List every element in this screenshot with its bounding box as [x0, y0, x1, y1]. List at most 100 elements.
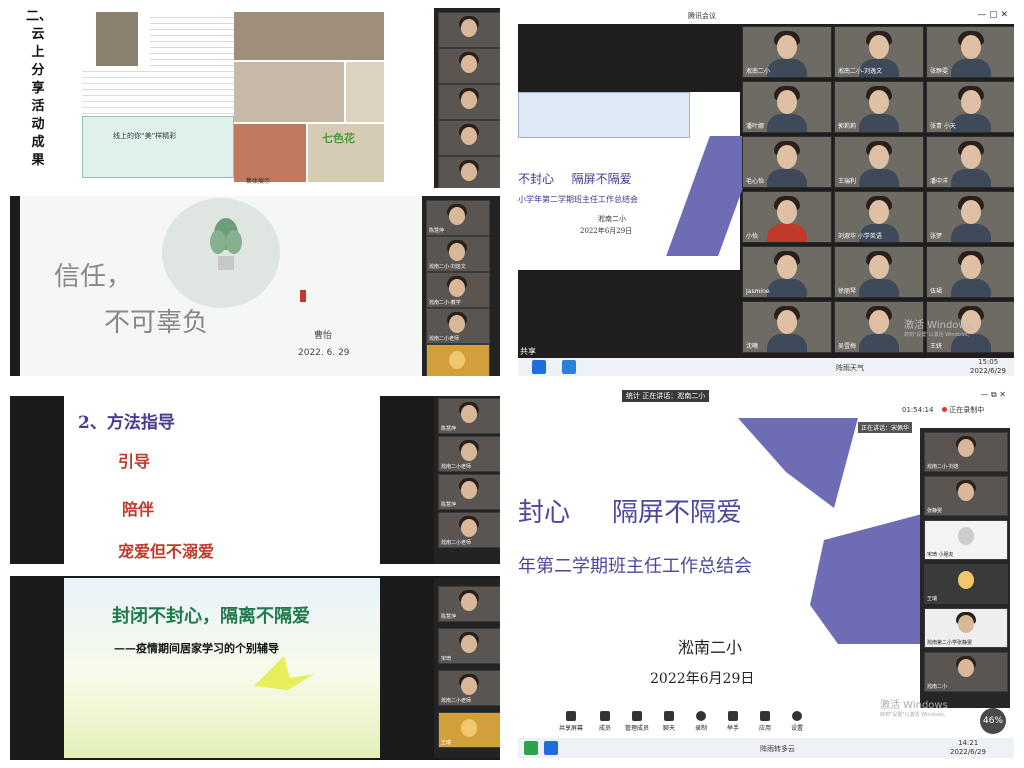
participant-tile[interactable]: 潘中洋	[926, 136, 1014, 188]
participant-video[interactable]: 王瑞	[438, 712, 500, 748]
slide-date: 2022. 6. 29	[298, 348, 350, 358]
participant-name: 宋琦	[441, 656, 452, 662]
slide-title-part1: 封心	[518, 498, 571, 528]
participant-tile[interactable]: 张梦	[926, 191, 1014, 243]
participant-video[interactable]: 陈慧萍	[426, 200, 490, 236]
meeting-title-bar[interactable]: 统计 正在讲话：淞南二小	[622, 390, 710, 402]
participant-video[interactable]	[438, 12, 500, 48]
percent-badge[interactable]: 46%	[980, 708, 1006, 734]
members-button[interactable]: 成员	[590, 711, 620, 732]
window-controls[interactable]: — ▢ ✕	[977, 10, 1008, 20]
participant-video[interactable]: 陈慧萍	[438, 398, 500, 434]
participant-video[interactable]: 淞南第二小学张静雯	[924, 608, 1008, 648]
watermark-subtitle: 转到"设置"以激活 Windows。	[904, 332, 973, 338]
participant-tile[interactable]: 郭莉莉	[834, 81, 924, 133]
participant-name: 淞南二小-教学	[429, 300, 461, 306]
participant-tile[interactable]: 沈曦	[742, 301, 832, 353]
participant-video[interactable]	[438, 84, 500, 120]
control-label: 设置	[790, 725, 803, 732]
record-button[interactable]: 录制	[686, 711, 716, 732]
slide-title-part2: 隔屏不隔爱	[612, 498, 743, 528]
title-char: 果	[31, 153, 45, 168]
control-label: 共享屏幕	[558, 725, 583, 732]
participant-video[interactable]: 宋琦 小朋友	[924, 520, 1008, 560]
participant-video[interactable]: 宋琦	[438, 628, 500, 664]
slide-title-line2: 不可辜负	[104, 308, 209, 338]
participant-tile[interactable]: 徐丽琴	[834, 246, 924, 298]
app-icon[interactable]	[544, 741, 558, 755]
participant-video[interactable]: 淞南二小老师	[438, 436, 500, 472]
participant-tile[interactable]: 王瑞利	[834, 136, 924, 188]
participant-video[interactable]: 淞南二小-刘逸文	[426, 236, 490, 272]
participant-tile[interactable]: Jasmine	[742, 246, 832, 298]
weather-text[interactable]: 阵雨转多云	[760, 744, 795, 754]
slide-school: 淞南二小	[598, 215, 626, 223]
participant-name: 宋琦 小朋友	[927, 552, 954, 558]
participant-tile[interactable]: 淞南二小	[742, 26, 832, 78]
slide-shape-bottom	[810, 514, 922, 644]
app-icon[interactable]	[532, 360, 546, 374]
participant-tile[interactable]: 毛心怡	[742, 136, 832, 188]
participant-name: 陈慧萍	[441, 502, 457, 508]
control-label: 举手	[726, 725, 739, 732]
slide-body: 2、方法指导 引导 陪伴 宠爱但不溺爱	[64, 396, 380, 564]
window-controls[interactable]: — ⧉ ✕	[980, 390, 1006, 400]
manage-members-button[interactable]: 管理成员	[622, 711, 652, 732]
participant-name: 潘中洋	[930, 178, 949, 185]
slide-title: 封闭不封心，隔离不隔爱	[112, 606, 310, 627]
participant-tile[interactable]: 淞南二小-刘逸文	[834, 26, 924, 78]
photo-craft	[234, 124, 306, 182]
participant-name: 陈慧萍	[441, 426, 457, 432]
participant-video[interactable]: 淞南二小老师	[426, 308, 490, 344]
participant-video[interactable]	[438, 156, 500, 188]
clock-time[interactable]: 15:05	[978, 358, 998, 366]
participant-name: 淞南二小老师	[441, 698, 472, 704]
clock-time[interactable]: 14:21	[958, 739, 978, 747]
shared-slide-guidance: 封闭不封心，隔离不隔爱 ——疫情期间居家学习的个别辅导 陈慧萍 宋琦 淞南二小老…	[10, 576, 500, 760]
participant-tile[interactable]: 潘叶娜	[742, 81, 832, 133]
participant-video[interactable]	[426, 344, 490, 376]
weather-text[interactable]: 阵雨天气	[836, 363, 864, 373]
participant-name: 张梦	[930, 233, 943, 240]
app-icon[interactable]	[562, 360, 576, 374]
participant-video[interactable]	[438, 48, 500, 84]
slide-title: 不封心 隔屏不隔爱	[518, 170, 632, 187]
participant-name: 毛心怡	[746, 178, 765, 185]
slide-school: 淞南二小	[678, 638, 743, 657]
clock-date[interactable]: 2022/6/29	[970, 367, 1006, 375]
clock-date[interactable]: 2022/6/29	[950, 748, 986, 756]
participant-video[interactable]: 陈慧萍	[438, 586, 500, 622]
raise-hand-button[interactable]: 举手	[718, 711, 748, 732]
title-char: 分	[31, 63, 45, 78]
participant-video[interactable]: 王瑞	[924, 564, 1008, 604]
participant-name: 刘淑华 小学英语	[838, 233, 882, 240]
participant-tile[interactable]: 伍珺	[926, 246, 1014, 298]
manage-members-icon	[632, 711, 642, 721]
photo-violin	[234, 62, 344, 122]
app-icon[interactable]	[524, 741, 538, 755]
participant-video[interactable]	[438, 120, 500, 156]
chat-button[interactable]: 聊天	[654, 711, 684, 732]
top-strip	[10, 388, 500, 396]
participant-video[interactable]: 陈慧萍	[438, 474, 500, 510]
participant-video[interactable]: 淞南二小老师	[438, 512, 500, 548]
record-indicator[interactable]: 正在录制中	[942, 405, 984, 415]
participant-tile[interactable]: 刘淑华 小学英语	[834, 191, 924, 243]
apps-button[interactable]: 应用	[750, 711, 780, 732]
participant-video[interactable]: 张静雯	[924, 476, 1008, 516]
participant-video[interactable]: 淞南二小老师	[438, 670, 500, 706]
slide-item: 宠爱但不溺爱	[118, 542, 215, 561]
slide-title-part2: 隔屏不隔爱	[571, 172, 632, 186]
settings-button[interactable]: 设置	[782, 711, 812, 732]
participant-video[interactable]: 淞南二小-教学	[426, 272, 490, 308]
participant-name: 伍珺	[930, 288, 943, 295]
participant-video[interactable]: 淞南二小	[924, 652, 1008, 692]
participant-tile[interactable]: 小怡	[742, 191, 832, 243]
participant-tile[interactable]: 张静雯	[926, 26, 1014, 78]
participant-tile[interactable]: 张青 小天	[926, 81, 1014, 133]
share-screen-button[interactable]: 共享屏幕	[556, 711, 586, 732]
slide-thumb-green: 线上的你“美”样精彩	[82, 116, 234, 178]
participant-name: Jasmine	[746, 288, 770, 295]
participant-video[interactable]: 淞南二小-刘逸	[924, 432, 1008, 472]
title-char: 上	[31, 45, 45, 60]
